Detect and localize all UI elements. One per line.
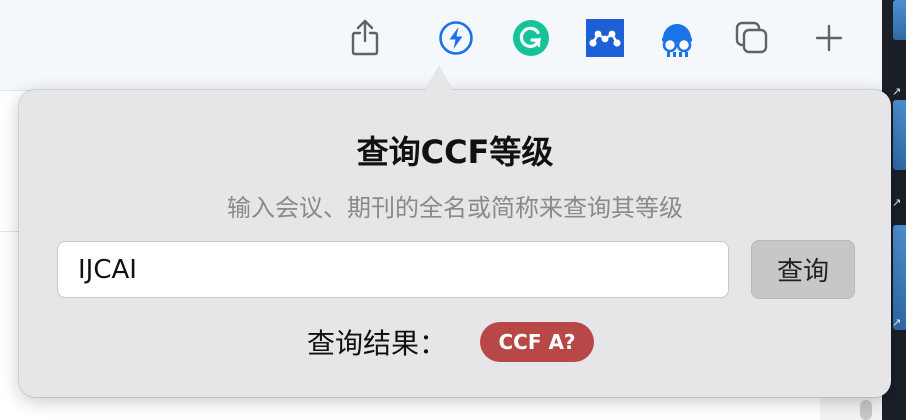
- result-label: 查询结果：: [307, 327, 448, 360]
- tabs-overview-icon[interactable]: [730, 16, 774, 60]
- grammarly-icon[interactable]: [509, 16, 553, 60]
- popover-title: 查询CCF等级: [356, 133, 554, 171]
- lightning-icon[interactable]: [434, 16, 478, 60]
- venue-search-input[interactable]: [57, 241, 729, 298]
- desktop-file-icon[interactable]: [893, 225, 906, 330]
- share-icon[interactable]: [343, 16, 387, 60]
- new-tab-plus-icon[interactable]: [807, 16, 851, 60]
- ccf-rank-badge: CCF A?: [480, 322, 594, 362]
- ghost-robot-icon[interactable]: [655, 16, 699, 60]
- desktop-file-icon[interactable]: [893, 0, 906, 40]
- popover-subtitle: 输入会议、期刊的全名或简称来查询其等级: [227, 194, 683, 222]
- mendeley-icon[interactable]: [583, 16, 627, 60]
- query-button[interactable]: 查询: [751, 240, 855, 299]
- alias-arrow-icon: ↗: [892, 85, 902, 98]
- scrollbar-thumb[interactable]: [860, 400, 872, 420]
- popover-arrow: [425, 66, 453, 91]
- alias-arrow-icon: ↗: [892, 316, 902, 329]
